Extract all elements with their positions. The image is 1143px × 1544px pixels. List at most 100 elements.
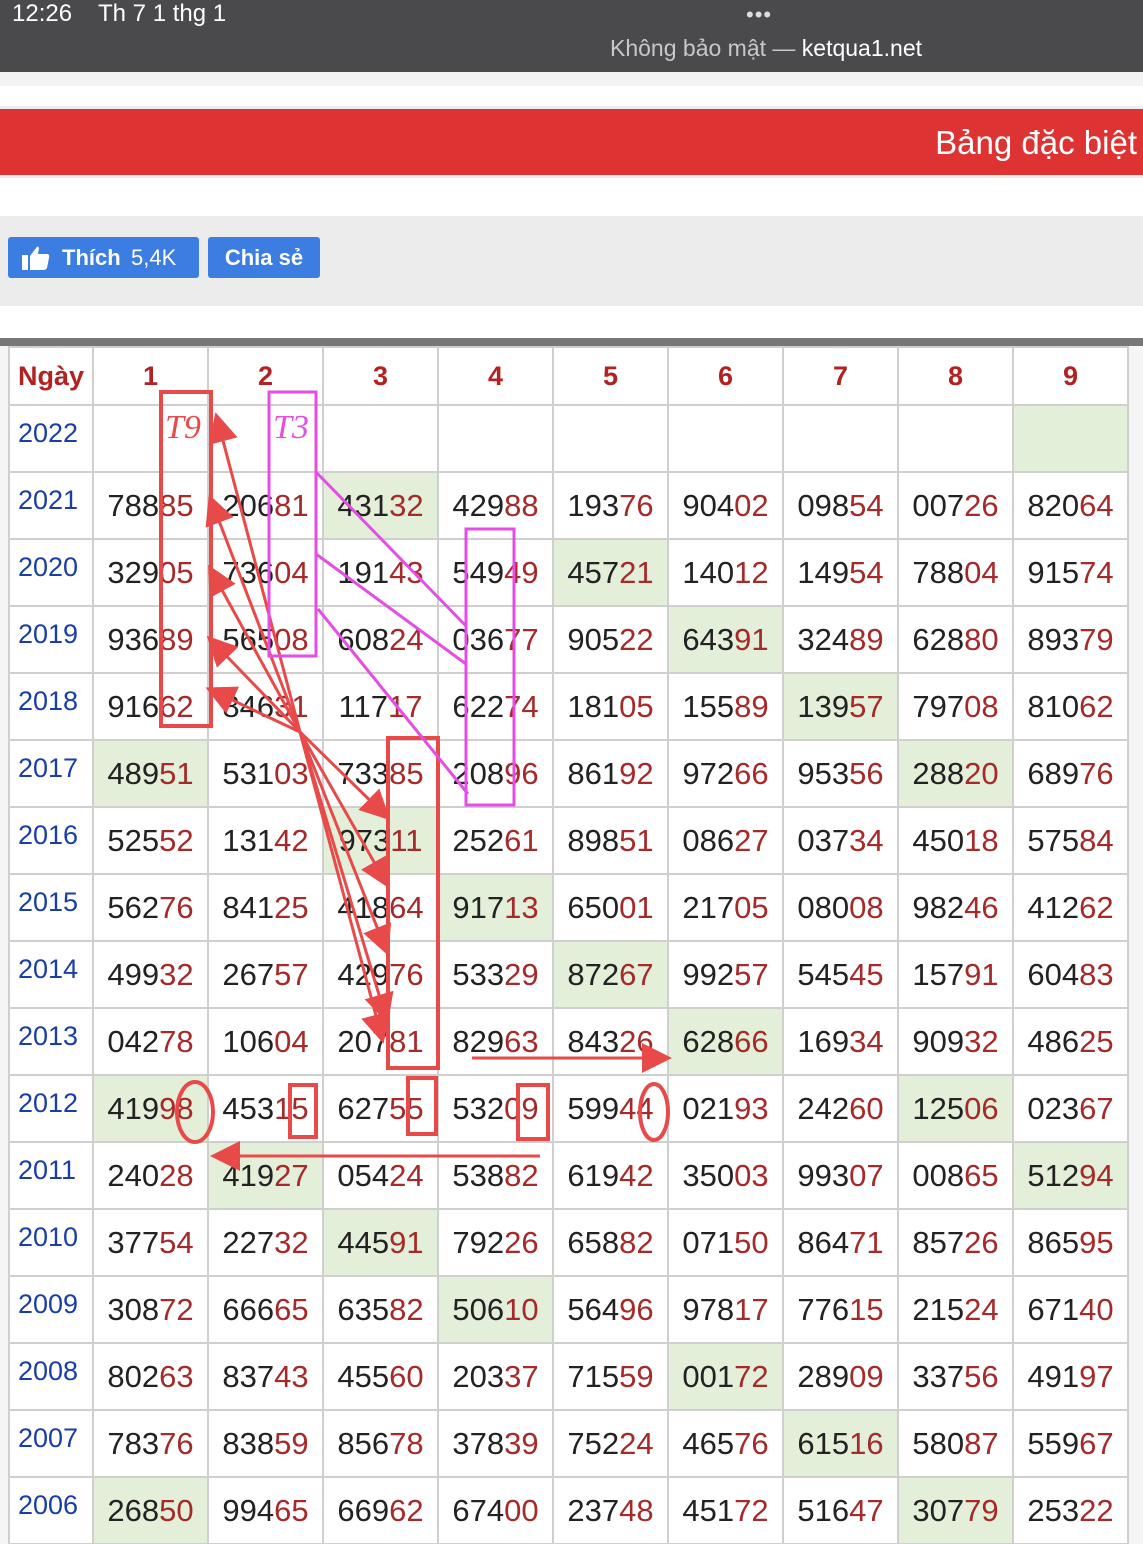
result-head-digits: 953 [797, 755, 850, 791]
result-cell: 42976 [322, 940, 439, 1009]
result-head-digits: 619 [567, 1157, 620, 1193]
table-row: 2009 30872 66665 63582 50610 56496 97817 77615 2… [8, 1275, 1129, 1344]
result-tail-digits: 24 [619, 1425, 654, 1461]
result-head-digits: 337 [912, 1358, 965, 1394]
year-link[interactable]: 2007 [8, 1409, 94, 1478]
result-tail-digits: 78 [389, 1425, 424, 1461]
result-tail-digits: 74 [504, 688, 539, 724]
result-cell: 50610 [437, 1275, 554, 1344]
year-link[interactable]: 2009 [8, 1275, 94, 1344]
year-link[interactable]: 2019 [8, 605, 94, 674]
header-col-1: 1 [92, 346, 209, 406]
result-tail-digits: 81 [274, 487, 309, 523]
result-cell: 61942 [552, 1141, 669, 1210]
result-cell: 30779 [897, 1476, 1014, 1544]
result-cell: 62880 [897, 605, 1014, 674]
result-head-digits: 227 [222, 1224, 275, 1260]
result-head-digits: 797 [912, 688, 965, 724]
year-link[interactable]: 2008 [8, 1342, 94, 1411]
year-link[interactable]: 2011 [8, 1141, 94, 1210]
year-link[interactable]: 2015 [8, 873, 94, 942]
result-cell: 35003 [667, 1141, 784, 1210]
year-link[interactable]: 2006 [8, 1476, 94, 1544]
result-head-digits: 131 [222, 822, 275, 858]
result-cell: 21705 [667, 873, 784, 942]
result-tail-digits: 02 [734, 487, 769, 523]
header-col-3: 3 [322, 346, 439, 406]
year-link[interactable]: 2013 [8, 1007, 94, 1076]
result-head-digits: 872 [567, 956, 620, 992]
table-row: 2014 49932 26757 42976 53329 87267 99257 54545 1… [8, 940, 1129, 1009]
result-head-digits: 666 [222, 1291, 275, 1327]
result-cell: 78804 [897, 538, 1014, 607]
result-head-digits: 486 [1027, 1023, 1080, 1059]
result-cell: 85678 [322, 1409, 439, 1478]
result-cell: 19143 [322, 538, 439, 607]
result-head-digits: 001 [682, 1358, 735, 1394]
result-cell: 32905 [92, 538, 209, 607]
address-bar[interactable]: Không bảo mật — ketqua1.net [610, 35, 922, 62]
result-cell: 46576 [667, 1409, 784, 1478]
year-link[interactable]: 2021 [8, 471, 94, 540]
result-tail-digits: 80 [964, 621, 999, 657]
result-tail-digits: 64 [389, 889, 424, 925]
year-link[interactable]: 2020 [8, 538, 94, 607]
result-tail-digits: 54 [849, 554, 884, 590]
result-head-digits: 533 [452, 956, 505, 992]
year-link[interactable]: 2016 [8, 806, 94, 875]
result-head-digits: 491 [1027, 1358, 1080, 1394]
result-tail-digits: 24 [389, 621, 424, 657]
like-button[interactable]: Thích 5,4K [8, 237, 199, 278]
result-cell: 14012 [667, 538, 784, 607]
result-cell: 41864 [322, 873, 439, 942]
result-head-digits: 650 [567, 889, 620, 925]
result-head-digits: 733 [337, 755, 390, 791]
result-head-digits: 599 [567, 1090, 620, 1126]
result-head-digits: 643 [682, 621, 735, 657]
result-head-digits: 669 [337, 1492, 390, 1528]
result-head-digits: 054 [337, 1157, 390, 1193]
year-link[interactable]: 2017 [8, 739, 94, 808]
table-row: 2021 78885 20681 43132 42988 19376 90402 09854 0… [8, 471, 1129, 540]
result-tail-digits: 89 [849, 621, 884, 657]
more-dots-icon[interactable]: ••• [746, 2, 772, 28]
result-cell: 44591 [322, 1208, 439, 1277]
result-cell: 49932 [92, 940, 209, 1009]
result-tail-digits: 97 [1079, 1358, 1114, 1394]
result-cell: 03677 [437, 605, 554, 674]
result-cell: 91662 [92, 672, 209, 741]
year-link[interactable]: 2018 [8, 672, 94, 741]
result-cell: 87267 [552, 940, 669, 1009]
result-cell: 60824 [322, 605, 439, 674]
result-head-digits: 080 [797, 889, 850, 925]
result-tail-digits: 32 [159, 956, 194, 992]
result-head-digits: 007 [912, 487, 965, 523]
result-tail-digits: 34 [849, 822, 884, 858]
result-cell: 53209 [437, 1074, 554, 1143]
result-cell: 25322 [1012, 1476, 1129, 1544]
result-head-digits: 628 [682, 1023, 735, 1059]
result-tail-digits: 52 [159, 822, 194, 858]
result-tail-digits: 12 [734, 554, 769, 590]
result-head-digits: 350 [682, 1157, 735, 1193]
result-cell: 45560 [322, 1342, 439, 1411]
result-cell: 45315 [207, 1074, 324, 1143]
year-link[interactable]: 2012 [8, 1074, 94, 1143]
result-cell: 62866 [667, 1007, 784, 1076]
result-cell: 45172 [667, 1476, 784, 1544]
result-head-digits: 098 [797, 487, 850, 523]
result-cell: 09854 [782, 471, 899, 540]
result-tail-digits: 10 [504, 1291, 539, 1327]
year-link[interactable]: 2010 [8, 1208, 94, 1277]
year-link[interactable]: 2014 [8, 940, 94, 1009]
year-link[interactable]: 2022 [8, 404, 94, 473]
result-cell: 97311 [322, 806, 439, 875]
result-cell: 81062 [1012, 672, 1129, 741]
result-tail-digits: 32 [389, 487, 424, 523]
result-cell: 83859 [207, 1409, 324, 1478]
result-tail-digits: 03 [734, 1157, 769, 1193]
result-tail-digits: 51 [619, 822, 654, 858]
result-head-digits: 658 [567, 1224, 620, 1260]
result-tail-digits: 20 [964, 755, 999, 791]
share-button[interactable]: Chia sẻ [208, 237, 320, 278]
